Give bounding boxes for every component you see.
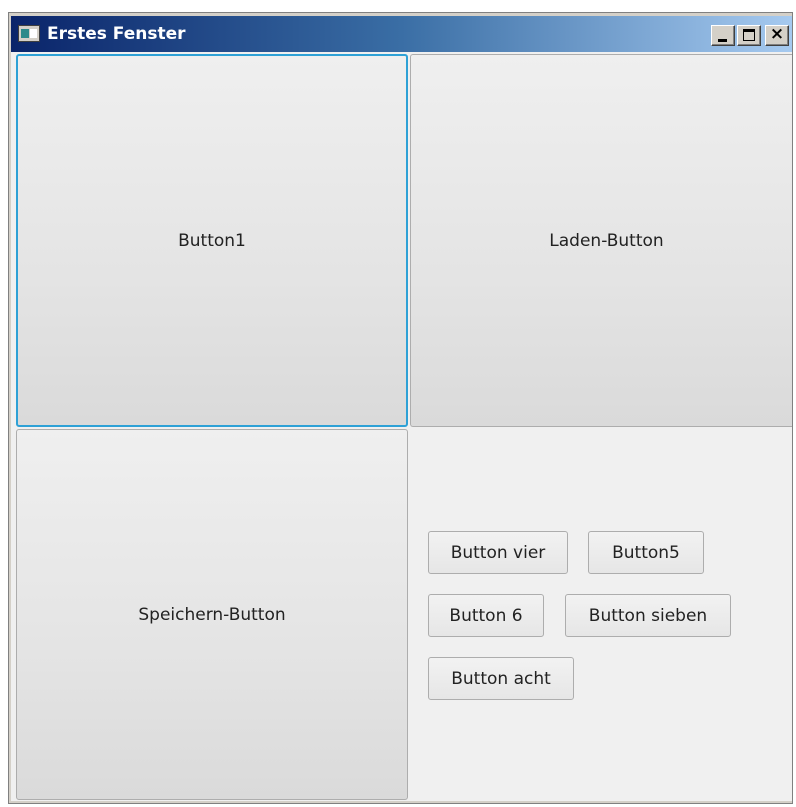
laden-button[interactable]: Laden-Button [410,54,792,427]
minimize-icon [718,39,727,42]
maximize-icon [743,29,755,41]
speichern-button[interactable]: Speichern-Button [16,429,408,800]
flow-panel: Button vier Button5 Button 6 Button sieb… [410,429,792,801]
button1[interactable]: Button1 [16,54,408,427]
title-bar[interactable]: Erstes Fenster × [11,16,792,52]
button-6[interactable]: Button 6 [428,594,544,637]
window-title: Erstes Fenster [47,24,186,44]
app-window: Erstes Fenster × Button1 Laden-Button Sp… [8,12,793,804]
minimize-button[interactable] [711,25,735,46]
close-icon: × [769,24,785,44]
button-sieben[interactable]: Button sieben [565,594,731,637]
window-content: Button1 Laden-Button Speichern-Button Bu… [11,52,792,801]
maximize-button[interactable] [737,25,761,46]
app-window-icon[interactable] [18,25,40,42]
button-vier[interactable]: Button vier [428,531,568,574]
button5[interactable]: Button5 [588,531,704,574]
close-button[interactable]: × [765,24,789,46]
button-acht[interactable]: Button acht [428,657,574,700]
